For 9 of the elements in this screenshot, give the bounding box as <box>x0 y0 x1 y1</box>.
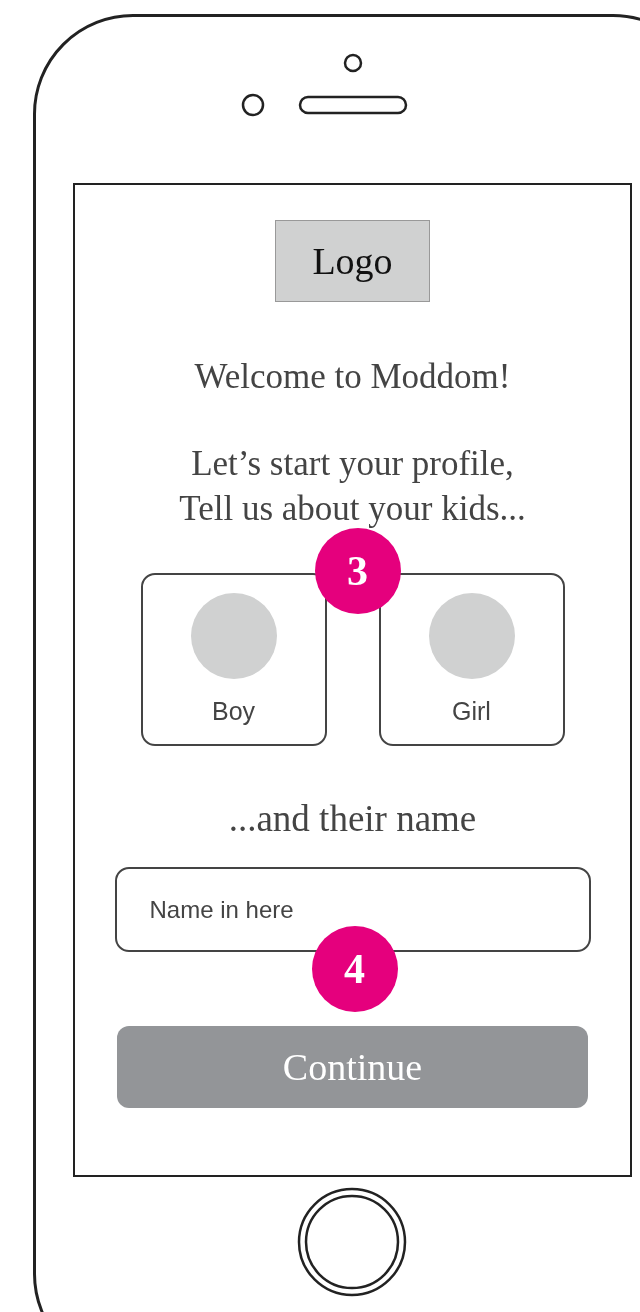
annotation-marker: 3 <box>314 528 401 614</box>
gender-option[interactable]: Girl <box>378 573 565 746</box>
name-heading: ...and their name <box>228 797 477 841</box>
welcome-heading: Welcome to Moddom! <box>194 356 511 398</box>
annotation-marker: 4 <box>311 926 398 1012</box>
logo: Logo <box>275 220 430 302</box>
name-field[interactable]: Name in here <box>114 867 591 952</box>
prompt-text: Let’s start your profile, Tell us about your kids... <box>179 443 526 530</box>
gender-option[interactable]: Boy <box>140 573 327 746</box>
